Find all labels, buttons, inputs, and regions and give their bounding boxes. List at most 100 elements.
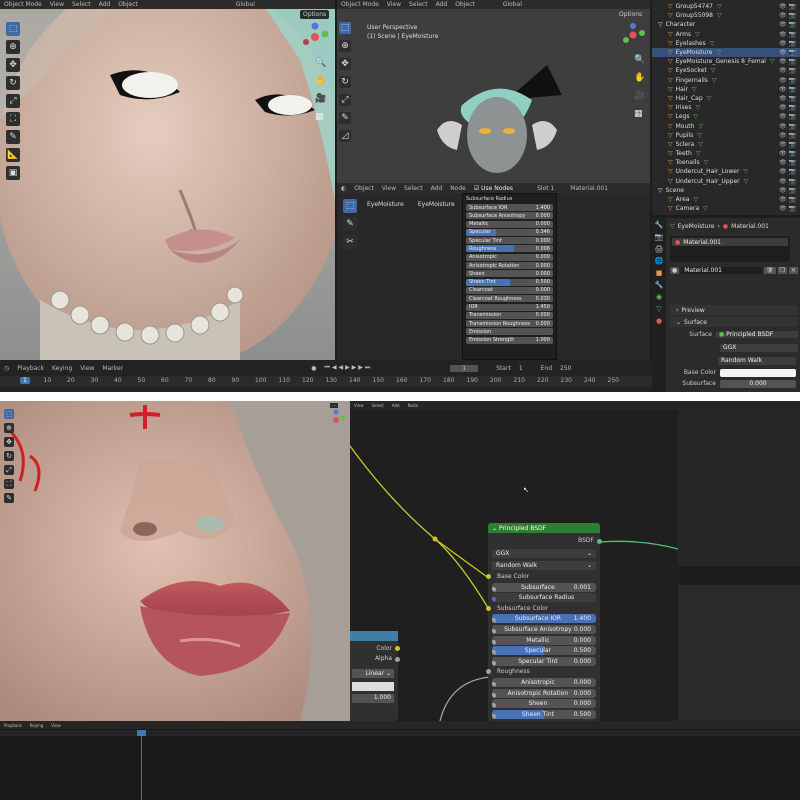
outliner-row[interactable]: ▽ Arms ▽ 👁 📷 bbox=[652, 30, 800, 39]
dropdown-socket-item[interactable]: Transmission Roughness 0.000 bbox=[466, 320, 553, 328]
scale-tool[interactable]: ⤢ bbox=[6, 94, 20, 108]
pan-hand-icon[interactable]: ✋ bbox=[315, 76, 326, 86]
physics-tab-icon[interactable]: ◉ bbox=[656, 293, 662, 301]
bsdf-input-row[interactable]: Subsurface IOR 1.400 bbox=[492, 614, 596, 624]
marker-menu[interactable]: Marker bbox=[102, 365, 123, 372]
viewport-right[interactable]: Object Mode View Select Add Object Globa… bbox=[337, 0, 650, 183]
navigation-gizmo[interactable] bbox=[300, 22, 330, 52]
transform-tool-4[interactable]: ⛶ bbox=[4, 479, 14, 489]
dropdown-socket-item[interactable]: Emission bbox=[466, 328, 553, 336]
transform-tool[interactable]: ⛶ bbox=[6, 112, 20, 126]
image-value-field[interactable]: 1.000 bbox=[352, 694, 394, 703]
outliner-row[interactable]: ▽ Teeth ▽ 👁 📷 bbox=[652, 149, 800, 158]
dropdown-socket-item[interactable]: Anisotropic Rotation 0.000 bbox=[466, 262, 553, 270]
menu-object[interactable]: Object bbox=[118, 1, 138, 8]
base-color-swatch[interactable] bbox=[720, 369, 796, 377]
dropdown-socket-item[interactable]: Subsurface IOR 1.400 bbox=[466, 204, 553, 211]
material-slot-item[interactable]: ● Material.001 bbox=[672, 238, 788, 246]
zoom-icon-2[interactable]: 🔍 bbox=[634, 55, 645, 65]
surface-shader-field[interactable]: ● Principled BSDF bbox=[716, 331, 798, 338]
visibility-eye-icon[interactable]: 👁 📷 bbox=[779, 58, 796, 65]
shader-editor[interactable]: ◐ Object View Select Add Node ☑ Use Node… bbox=[337, 183, 650, 360]
current-frame-field[interactable]: 1 bbox=[450, 364, 479, 372]
timeline-view-menu-2[interactable]: View bbox=[51, 723, 61, 728]
rotate-tool-2[interactable]: ↻ bbox=[339, 76, 351, 88]
subsurface-field[interactable]: 0.000 bbox=[720, 380, 796, 388]
dropdown-socket-item[interactable]: IOR 1.450 bbox=[466, 303, 553, 311]
image-slider[interactable] bbox=[352, 682, 394, 691]
outliner-row[interactable]: ▽ EyeMoisture ▽ 👁 📷 bbox=[652, 47, 800, 58]
camera-view-icon[interactable]: 🎥 bbox=[315, 94, 326, 104]
bsdf-input-row[interactable]: Anisotropic 0.000 bbox=[492, 677, 596, 687]
mode-dropdown[interactable]: Object Mode bbox=[4, 1, 42, 8]
visibility-eye-icon[interactable]: 👁 📷 bbox=[779, 168, 796, 175]
navigation-gizmo-4[interactable] bbox=[325, 409, 347, 431]
annotate-tool-4[interactable]: ✎ bbox=[4, 493, 14, 503]
visibility-eye-icon[interactable]: 👁 📷 bbox=[779, 123, 796, 130]
visibility-eye-icon[interactable]: 👁 📷 bbox=[779, 49, 796, 56]
node-editor[interactable]: View Select Add Node ↖ Color Alpha Linea… bbox=[350, 401, 678, 721]
outliner-row[interactable]: ▽ Eyelashes ▽ 👁 📷 bbox=[652, 39, 800, 48]
playback-controls[interactable]: ⏮◀◀▶▶▶⏭ bbox=[324, 364, 372, 372]
bsdf-input-row[interactable]: Roughness bbox=[485, 667, 596, 676]
dropdown-socket-item[interactable]: Metallic 0.000 bbox=[466, 220, 553, 228]
bsdf-input-row[interactable]: Specular Tint 0.000 bbox=[492, 656, 596, 666]
outliner-row[interactable]: ▽ Group54747 ▽ 👁 📷 bbox=[652, 2, 800, 11]
outliner-row[interactable]: ▽ EyeMoisture_Genesis 8_Femal ▽ 👁 📷 bbox=[652, 57, 800, 66]
viewport-left[interactable]: Object Mode View Select Add Object Globa… bbox=[0, 0, 335, 360]
visibility-eye-icon[interactable]: 👁 📷 bbox=[779, 205, 796, 212]
timeline-top[interactable]: ◷ Playback Keying View Marker ● ⏮◀◀▶▶▶⏭ … bbox=[0, 360, 652, 392]
outliner-row[interactable]: ▽ Group55098 ▽ 👁 📷 bbox=[652, 11, 800, 20]
visibility-eye-icon[interactable]: 👁 📷 bbox=[779, 67, 796, 74]
preview-panel[interactable]: › Preview bbox=[670, 305, 798, 315]
visibility-eye-icon[interactable]: 👁 📷 bbox=[779, 40, 796, 47]
material-dropdown[interactable]: Material.001 bbox=[570, 185, 608, 192]
principled-bsdf-node[interactable]: ⌄ Principled BSDF BSDF GGX ⌄ Random Walk ⌄… bbox=[485, 523, 602, 721]
outliner-row[interactable]: ▽ Scene 👁 📷 bbox=[652, 186, 800, 195]
bsdf-input-row[interactable]: Metallic 0.000 bbox=[492, 635, 596, 645]
editor-type-icon[interactable]: ◐ bbox=[341, 185, 346, 192]
cursor-tool[interactable]: ⊕ bbox=[6, 40, 20, 54]
select-box-tool-3[interactable]: ⬚ bbox=[343, 199, 357, 213]
navigation-gizmo-2[interactable] bbox=[620, 22, 646, 48]
outliner-row[interactable]: ▽ Undercut_Hair_Lower ▽ 👁 📷 bbox=[652, 167, 800, 176]
move-tool-4[interactable]: ✥ bbox=[4, 437, 14, 447]
rotate-tool[interactable]: ↻ bbox=[6, 76, 20, 90]
select-box-tool[interactable]: ⬚ bbox=[6, 22, 20, 36]
keying-menu-2[interactable]: Keying bbox=[30, 723, 43, 728]
menu-add[interactable]: Add bbox=[99, 1, 111, 8]
input-socket[interactable] bbox=[492, 681, 496, 687]
visibility-eye-icon[interactable]: 👁 📷 bbox=[779, 141, 796, 148]
dropdown-socket-item[interactable]: Subsurface Anisotropy 0.000 bbox=[466, 212, 553, 220]
bottom-viewport[interactable]: ⋯ ⬚ ⊕ ✥ ↻ ⤢ ⛶ ✎ bbox=[0, 401, 350, 721]
dropdown-socket-item[interactable]: Sheen Tint 0.500 bbox=[466, 278, 553, 286]
outliner-row[interactable]: ▽ Toenails ▽ 👁 📷 bbox=[652, 158, 800, 167]
input-socket[interactable] bbox=[485, 669, 491, 675]
playhead[interactable] bbox=[141, 730, 142, 800]
playback-menu[interactable]: Playback bbox=[17, 365, 44, 372]
outliner-row[interactable]: ▽ Area ▽ 👁 📷 bbox=[652, 195, 800, 204]
timeline-bottom[interactable]: Playback Keying View bbox=[0, 721, 800, 800]
menu-add-2[interactable]: Add bbox=[436, 1, 448, 8]
input-socket[interactable] bbox=[492, 660, 496, 666]
image-texture-node[interactable]: Color Alpha Linear ⌄ 1.000 bbox=[350, 631, 400, 721]
options-button-3[interactable]: ⋯ bbox=[330, 403, 338, 408]
visibility-eye-icon[interactable]: 👁 📷 bbox=[779, 31, 796, 38]
pan-hand-icon-2[interactable]: ✋ bbox=[634, 73, 645, 83]
bsdf-input-row[interactable]: Subsurface 0.001 bbox=[492, 582, 596, 592]
input-socket[interactable] bbox=[492, 628, 496, 634]
outliner-row[interactable]: ▽ Irises ▽ 👁 📷 bbox=[652, 103, 800, 112]
interpolation-dropdown[interactable]: Linear ⌄ bbox=[352, 669, 394, 678]
options-button[interactable]: Options bbox=[300, 10, 330, 19]
dropdown-socket-item[interactable]: Clearcoat Roughness 0.030 bbox=[466, 295, 553, 303]
input-socket[interactable] bbox=[492, 639, 496, 645]
use-nodes-checkbox[interactable]: ☑ Use Nodes bbox=[474, 185, 513, 192]
dropdown-socket-item[interactable]: Emission Strength 1.000 bbox=[466, 336, 553, 344]
dropdown-socket-item[interactable]: Transmission 0.000 bbox=[466, 311, 553, 319]
object-dropdown[interactable]: Object bbox=[354, 185, 374, 192]
zoom-icon[interactable]: 🔍 bbox=[315, 58, 326, 68]
bsdf-input-row[interactable]: Specular 0.500 bbox=[492, 646, 596, 656]
unlink-icon[interactable]: ✕ bbox=[788, 267, 798, 274]
material-slot-list[interactable]: ● Material.001 bbox=[670, 236, 790, 262]
playhead-frame-marker[interactable] bbox=[137, 730, 146, 736]
